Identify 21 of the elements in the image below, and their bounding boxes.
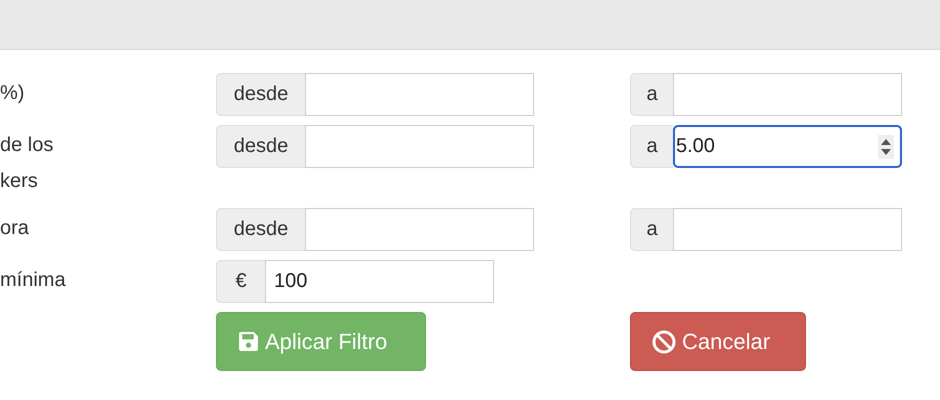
field-label: %) — [0, 81, 26, 106]
input-field[interactable] — [673, 73, 902, 116]
addon-label: desde — [216, 208, 305, 251]
input-field[interactable]: 5.00 — [673, 125, 902, 168]
addon-label: a — [630, 208, 673, 251]
addon-label: a — [630, 125, 673, 168]
field-label: ora — [0, 216, 30, 241]
cancel-button[interactable]: Cancelar — [630, 312, 806, 371]
spinner-icon[interactable] — [878, 134, 894, 158]
input-field[interactable] — [673, 208, 902, 251]
addon-label: € — [216, 260, 265, 303]
field-label: mínima — [0, 268, 67, 293]
addon-label: a — [630, 73, 673, 116]
addon-label: desde — [216, 125, 305, 168]
input-field[interactable] — [305, 125, 534, 168]
addon-label: desde — [216, 73, 305, 116]
field-label: de los kers — [0, 133, 54, 194]
input-field[interactable]: 100 — [265, 260, 494, 303]
input-field[interactable] — [305, 73, 534, 116]
prohibited-icon — [652, 330, 676, 354]
input-field[interactable] — [305, 208, 534, 251]
